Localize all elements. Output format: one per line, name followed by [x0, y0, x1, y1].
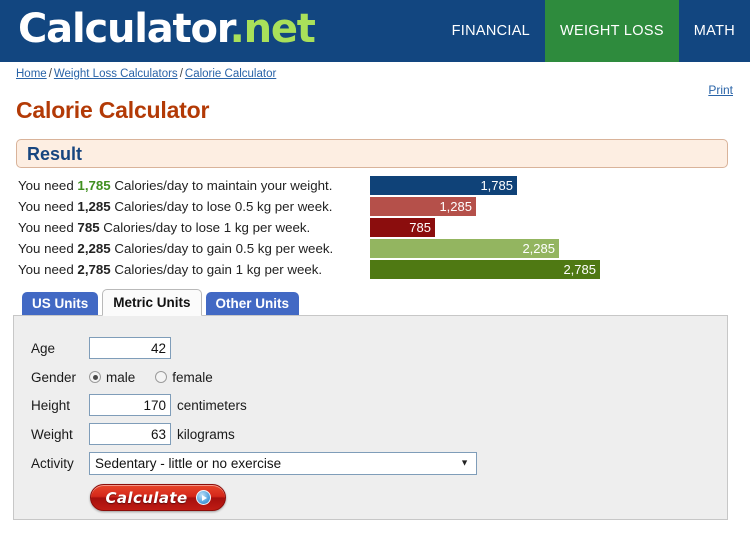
gender-label-male[interactable]: male — [106, 370, 135, 385]
result-suffix: Calories/day to gain 1 kg per week. — [110, 262, 323, 277]
result-row-lose-one-kg: You need 785 Calories/day to lose 1 kg p… — [18, 218, 732, 238]
tab-metric-units[interactable]: Metric Units — [102, 289, 202, 316]
gender-label: Gender — [31, 369, 77, 385]
play-arrow-icon — [195, 490, 211, 505]
age-input[interactable] — [89, 337, 171, 359]
result-suffix: Calories/day to lose 1 kg per week. — [99, 220, 311, 235]
result-bar-gain-one-kg: 2,785 — [370, 260, 600, 279]
logo-dot: . — [229, 6, 245, 52]
nav-item-financial[interactable]: FINANCIAL — [437, 0, 545, 62]
result-value: 2,285 — [77, 241, 111, 256]
result-value: 1,285 — [77, 199, 111, 214]
result-panel-header: Result — [16, 139, 728, 168]
tab-other-units[interactable]: Other Units — [205, 292, 300, 316]
logo-text-primary: Calculator — [18, 6, 231, 52]
site-header: Calculator.net FINANCIAL WEIGHT LOSS MAT… — [0, 0, 750, 62]
activity-selected-value: Sedentary - little or no exercise — [95, 455, 282, 471]
result-value: 2,785 — [77, 262, 111, 277]
result-value: 785 — [77, 220, 100, 235]
activity-select[interactable]: Sedentary - little or no exercise ▼ — [89, 451, 477, 475]
result-suffix: Calories/day to lose 0.5 kg per week. — [110, 199, 333, 214]
result-value: 1,785 — [77, 178, 111, 193]
weight-unit-label: kilograms — [177, 426, 235, 442]
result-prefix: You need — [18, 241, 78, 256]
result-prefix: You need — [18, 178, 78, 193]
result-prefix: You need — [18, 220, 78, 235]
breadcrumb: Home / Weight Loss Calculators / Calorie Cal… — [16, 68, 276, 80]
gender-radio-group: male female — [89, 370, 233, 385]
calculate-button-label: Calculate — [105, 488, 188, 507]
result-text-gain-half-kg: You need 2,285 Calories/day to gain 0.5 … — [18, 240, 333, 258]
result-suffix: Calories/day to maintain your weight. — [110, 178, 333, 193]
nav-item-weight-loss[interactable]: WEIGHT LOSS — [545, 0, 679, 62]
site-logo[interactable]: Calculator.net — [18, 6, 316, 52]
height-label: Height — [31, 397, 71, 413]
result-row-gain-one-kg: You need 2,785 Calories/day to gain 1 kg… — [18, 260, 732, 280]
nav-item-math[interactable]: MATH — [679, 0, 750, 62]
form-row-weight: Weight kilograms — [31, 421, 235, 447]
result-text-lose-one-kg: You need 785 Calories/day to lose 1 kg p… — [18, 219, 310, 237]
result-prefix: You need — [18, 199, 78, 214]
gender-radio-male[interactable] — [89, 371, 101, 383]
logo-text-secondary: net — [243, 6, 316, 52]
breadcrumb-link-weight-loss-calculators[interactable]: Weight Loss Calculators — [54, 68, 178, 80]
result-list: You need 1,785 Calories/day to maintain … — [18, 176, 732, 281]
activity-label: Activity — [31, 455, 74, 471]
result-row-gain-half-kg: You need 2,285 Calories/day to gain 0.5 … — [18, 239, 732, 259]
breadcrumb-link-home[interactable]: Home — [16, 68, 47, 80]
age-label: Age — [31, 340, 56, 356]
result-text-lose-half-kg: You need 1,285 Calories/day to lose 0.5 … — [18, 198, 332, 216]
gender-radio-female[interactable] — [155, 371, 168, 383]
tab-us-units[interactable]: US Units — [22, 292, 99, 316]
weight-label: Weight — [31, 426, 73, 442]
unit-tabs: US Units Metric Units Other Units — [22, 289, 303, 316]
page-title: Calorie Calculator — [16, 97, 210, 123]
main-navigation: FINANCIAL WEIGHT LOSS MATH — [437, 0, 750, 62]
result-bar-maintain: 1,785 — [370, 176, 517, 195]
result-row-maintain: You need 1,785 Calories/day to maintain … — [18, 176, 732, 196]
breadcrumb-separator-1: / — [48, 68, 52, 80]
weight-input[interactable] — [89, 423, 171, 445]
form-row-activity: Activity Sedentary - little or no exerci… — [31, 450, 477, 476]
result-prefix: You need — [18, 262, 78, 277]
form-row-gender: Gender male female — [31, 364, 233, 390]
form-row-age: Age — [31, 335, 171, 361]
breadcrumb-link-calorie-calculator[interactable]: Calorie Calculator — [185, 68, 276, 80]
gender-label-female[interactable]: female — [172, 370, 213, 385]
height-unit-label: centimeters — [177, 397, 247, 413]
calculate-button[interactable]: Calculate — [90, 484, 226, 511]
result-bar-gain-half-kg: 2,285 — [370, 239, 559, 258]
chevron-down-icon: ▼ — [460, 457, 469, 468]
form-row-height: Height centimeters — [31, 392, 247, 418]
result-bar-lose-one-kg: 785 — [370, 218, 435, 237]
result-suffix: Calories/day to gain 0.5 kg per week. — [110, 241, 334, 256]
result-bar-lose-half-kg: 1,285 — [370, 197, 476, 216]
result-row-lose-half-kg: You need 1,285 Calories/day to lose 0.5 … — [18, 197, 732, 217]
print-link[interactable]: Print — [708, 83, 733, 97]
result-text-maintain: You need 1,785 Calories/day to maintain … — [18, 177, 332, 195]
height-input[interactable] — [89, 394, 171, 416]
breadcrumb-separator-2: / — [179, 68, 183, 80]
result-heading: Result — [27, 144, 83, 164]
result-text-gain-one-kg: You need 2,785 Calories/day to gain 1 kg… — [18, 261, 322, 279]
